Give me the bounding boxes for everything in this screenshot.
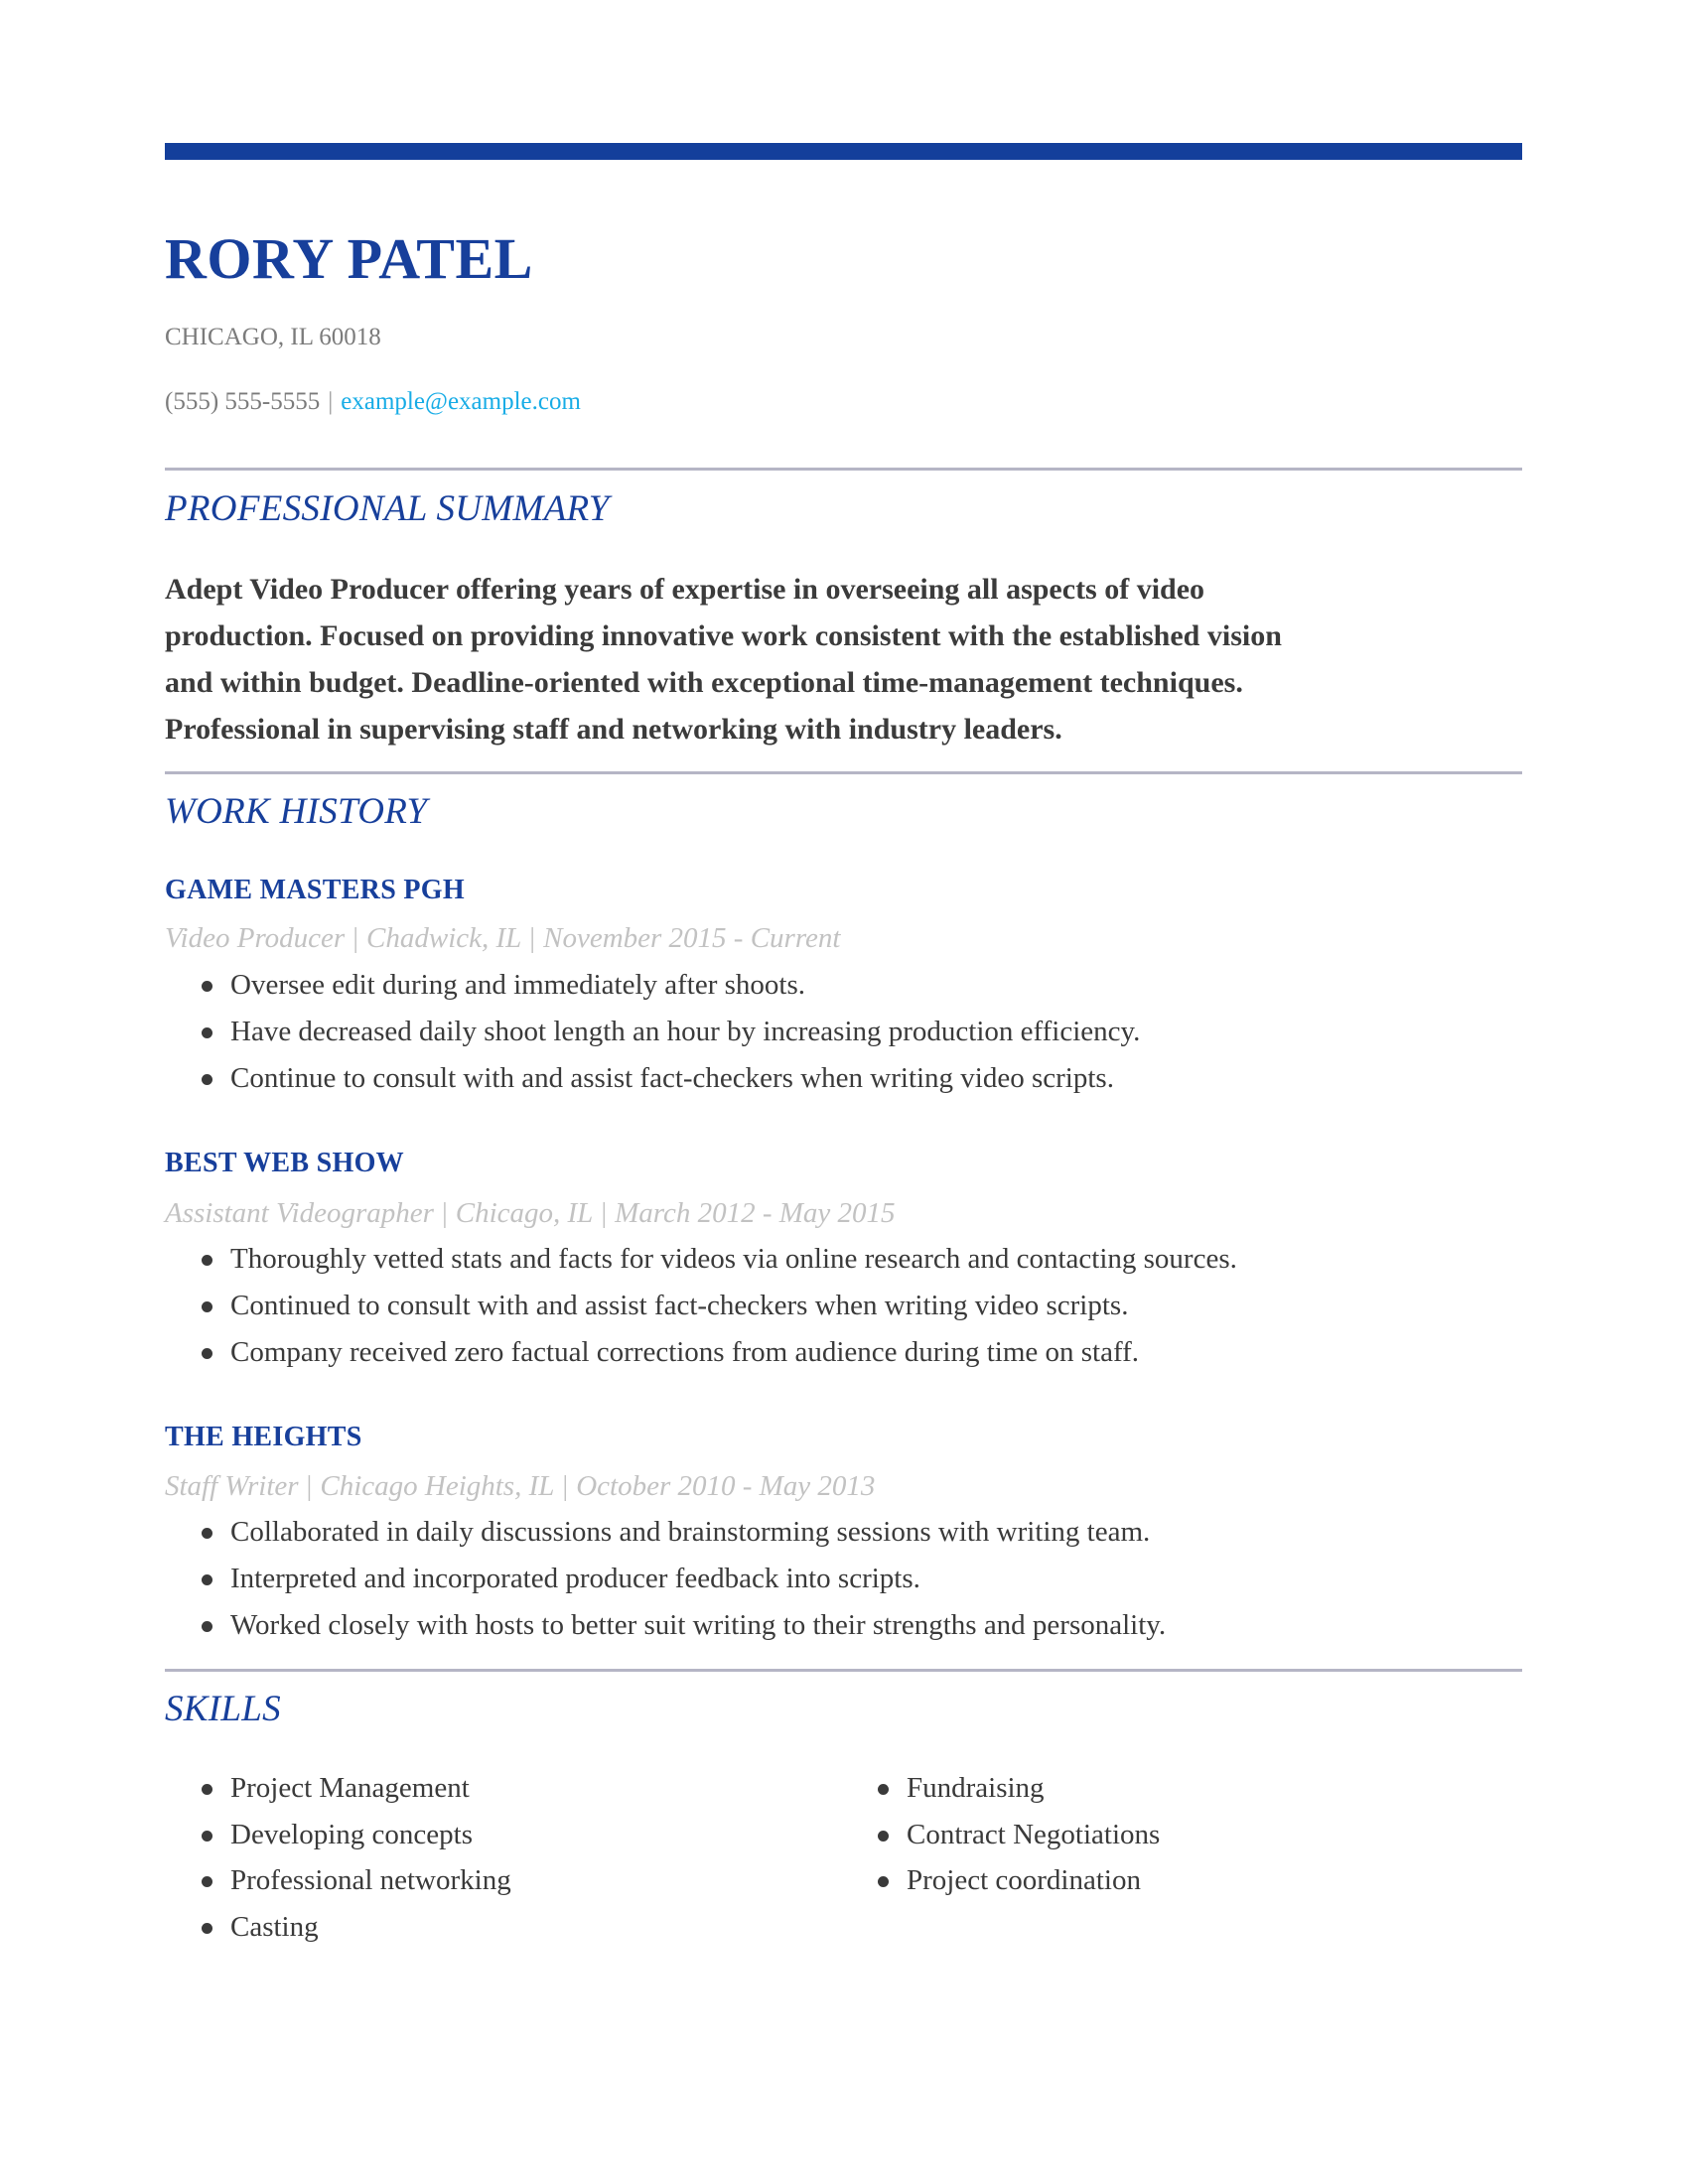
bullet-text: Collaborated in daily discussions and br…	[230, 1516, 1151, 1548]
list-item: Company received zero factual correction…	[165, 1329, 1237, 1376]
email-link[interactable]: example@example.com	[341, 388, 581, 415]
skill-text: Casting	[230, 1911, 319, 1944]
job-role: Staff Writer	[165, 1470, 299, 1502]
bullet-text: Thoroughly vetted stats and facts for vi…	[230, 1243, 1237, 1275]
bullet-icon	[202, 1621, 212, 1632]
skill-item: Fundraising	[841, 1765, 1160, 1812]
list-item: Collaborated in daily discussions and br…	[165, 1509, 1166, 1556]
bullet-icon	[202, 1348, 212, 1359]
bullet-icon	[202, 1027, 212, 1038]
skill-text: Developing concepts	[230, 1818, 474, 1850]
skill-text: Fundraising	[907, 1772, 1045, 1804]
phone: (555) 555-5555	[165, 388, 321, 415]
skills-column-left: Project Management Developing concepts P…	[165, 1765, 511, 1951]
bullet-text: Continue to consult with and assist fact…	[230, 1062, 1114, 1094]
skill-text: Contract Negotiations	[907, 1818, 1161, 1850]
job-role: Video Producer	[165, 922, 346, 954]
job-dates: October 2010 - May 2013	[576, 1470, 876, 1502]
job-location: Chicago Heights, IL	[320, 1470, 555, 1502]
list-item: Continue to consult with and assist fact…	[165, 1055, 1140, 1102]
skill-item: Project Management	[165, 1765, 511, 1812]
summary-line: production. Focused on providing innovat…	[165, 619, 1282, 652]
section-divider	[165, 1669, 1522, 1672]
bullet-icon	[202, 1574, 212, 1585]
bullet-text: Continued to consult with and assist fac…	[230, 1290, 1129, 1321]
location: CHICAGO, IL 60018	[165, 324, 381, 350]
bullet-icon	[202, 1301, 212, 1312]
section-title-work-history: WORK HISTORY	[165, 791, 428, 832]
skill-text: Project coordination	[907, 1864, 1141, 1897]
section-divider	[165, 468, 1522, 471]
job-bullets: Oversee edit during and immediately afte…	[165, 962, 1140, 1102]
bullet-icon	[202, 1528, 212, 1539]
list-item: Continued to consult with and assist fac…	[165, 1283, 1237, 1329]
list-item: Thoroughly vetted stats and facts for vi…	[165, 1236, 1237, 1283]
contact-line: (555) 555-5555 | example@example.com	[165, 385, 581, 419]
separator: |	[441, 1197, 448, 1229]
job-dates: March 2012 - May 2015	[615, 1197, 896, 1229]
bullet-icon	[878, 1876, 889, 1888]
list-item: Worked closely with hosts to better suit…	[165, 1602, 1166, 1649]
job-meta: Assistant Videographer | Chicago, IL | March…	[165, 1194, 896, 1232]
job-bullets: Collaborated in daily discussions and br…	[165, 1509, 1166, 1649]
job-company: BEST WEB SHOW	[165, 1148, 404, 1178]
bullet-icon	[202, 1876, 212, 1888]
job-meta: Video Producer | Chadwick, IL | November 201…	[165, 919, 840, 957]
skill-item: Contract Negotiations	[841, 1812, 1160, 1858]
job-meta: Staff Writer | Chicago Heights, IL | October…	[165, 1467, 875, 1505]
bullet-icon	[202, 981, 212, 992]
separator: |	[601, 1197, 608, 1229]
separator: |	[306, 1470, 313, 1502]
job-location: Chicago, IL	[455, 1197, 594, 1229]
bullet-icon	[202, 1923, 212, 1935]
bullet-icon	[878, 1830, 889, 1842]
skill-item: Developing concepts	[165, 1812, 511, 1858]
job-dates: November 2015 - Current	[543, 922, 841, 954]
list-item: Oversee edit during and immediately afte…	[165, 962, 1140, 1009]
header-accent-bar	[165, 143, 1522, 160]
job-company: THE HEIGHTS	[165, 1422, 362, 1452]
separator: |	[562, 1470, 569, 1502]
separator: |	[328, 388, 334, 415]
section-title-skills: SKILLS	[165, 1689, 281, 1729]
separator: |	[529, 922, 536, 954]
list-item: Interpreted and incorporated producer fe…	[165, 1556, 1166, 1602]
bullet-icon	[202, 1784, 212, 1795]
skill-text: Professional networking	[230, 1864, 511, 1897]
skill-text: Project Management	[230, 1772, 470, 1804]
summary-line: and within budget. Deadline-oriented wit…	[165, 666, 1243, 699]
bullet-icon	[878, 1784, 889, 1795]
bullet-text: Interpreted and incorporated producer fe…	[230, 1563, 920, 1594]
list-item: Have decreased daily shoot length an hou…	[165, 1009, 1140, 1055]
job-role: Assistant Videographer	[165, 1197, 434, 1229]
bullet-text: Oversee edit during and immediately afte…	[230, 969, 806, 1001]
skill-item: Casting	[165, 1904, 511, 1951]
summary-line: Adept Video Producer offering years of e…	[165, 573, 1205, 606]
bullet-icon	[202, 1830, 212, 1842]
summary-line: Professional in supervising staff and ne…	[165, 713, 1062, 746]
bullet-text: Have decreased daily shoot length an hou…	[230, 1016, 1141, 1047]
bullet-icon	[202, 1255, 212, 1266]
job-bullets: Thoroughly vetted stats and facts for vi…	[165, 1236, 1237, 1376]
section-divider	[165, 771, 1522, 774]
bullet-text: Company received zero factual correction…	[230, 1336, 1140, 1368]
bullet-icon	[202, 1074, 212, 1085]
summary-text: Adept Video Producer offering years of e…	[165, 566, 1535, 752]
skill-item: Professional networking	[165, 1857, 511, 1904]
candidate-name: RORY PATEL	[165, 226, 533, 291]
bullet-text: Worked closely with hosts to better suit…	[230, 1609, 1167, 1641]
job-company: GAME MASTERS PGH	[165, 875, 465, 905]
separator: |	[352, 922, 359, 954]
skills-column-right: Fundraising Contract Negotiations Projec…	[841, 1765, 1160, 1904]
job-location: Chadwick, IL	[366, 922, 522, 954]
section-title-summary: PROFESSIONAL SUMMARY	[165, 488, 610, 529]
skill-item: Project coordination	[841, 1857, 1160, 1904]
